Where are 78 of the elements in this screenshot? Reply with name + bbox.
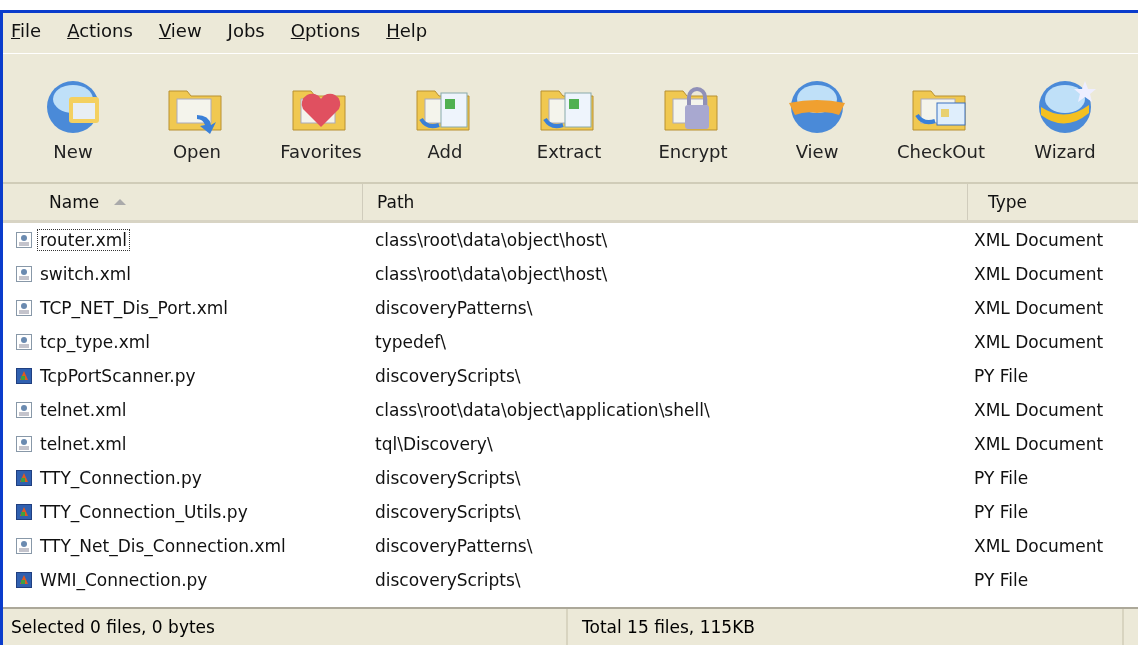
toolbar-button[interactable]: New: [13, 74, 133, 162]
file-path: discoveryScripts\: [374, 570, 522, 590]
xml-file-icon: [15, 265, 33, 283]
file-row[interactable]: WMI_Connection.py discoveryScripts\ PY File: [3, 563, 1138, 597]
file-path: class\root\data\object\application\shell\: [374, 400, 711, 420]
file-name: tcp_type.xml: [39, 331, 152, 353]
xml-file-icon: [15, 435, 33, 453]
file-path: discoveryScripts\: [374, 502, 522, 522]
menu-item[interactable]: Actions: [67, 20, 133, 46]
file-type: XML Document: [973, 400, 1105, 420]
file-row[interactable]: tcp_type.xml typedef\ XML Document: [3, 325, 1138, 359]
xml-file-icon: [15, 401, 33, 419]
xml-file-icon: [15, 231, 33, 249]
menu-item[interactable]: View: [158, 20, 202, 46]
script-file-icon: [15, 367, 33, 385]
column-title: Type: [988, 192, 1028, 212]
file-path: typedef\: [374, 332, 447, 352]
file-type: XML Document: [973, 434, 1105, 454]
column-title: Name: [49, 192, 100, 212]
toolbar-button[interactable]: Encrypt: [633, 74, 753, 162]
file-row[interactable]: TCP_NET_Dis_Port.xml discoveryPatterns\ XML Document: [3, 291, 1138, 325]
menu-item[interactable]: Jobs: [227, 20, 265, 46]
file-name: telnet.xml: [39, 433, 128, 455]
file-row[interactable]: TTY_Connection.py discoveryScripts\ PY File: [3, 461, 1138, 495]
file-type: PY File: [973, 468, 1030, 488]
file-type: XML Document: [973, 264, 1105, 284]
file-type: PY File: [973, 570, 1030, 590]
file-path: class\root\data\object\host\: [374, 230, 609, 250]
toolbar-button[interactable]: Add: [385, 74, 505, 162]
menu-item[interactable]: Options: [290, 20, 361, 46]
file-type: XML Document: [973, 230, 1105, 250]
file-name: TTY_Net_Dis_Connection.xml: [39, 535, 287, 557]
file-type: PY File: [973, 366, 1030, 386]
xml-file-icon: [15, 537, 33, 555]
xml-file-icon: [15, 299, 33, 317]
menu-item[interactable]: File: [11, 20, 42, 46]
file-name: TTY_Connection_Utils.py: [39, 501, 249, 523]
status-text: Selected 0 files, 0 bytes: [11, 609, 568, 645]
file-name: switch.xml: [39, 263, 133, 285]
file-name: WMI_Connection.py: [39, 569, 209, 591]
file-type: XML Document: [973, 332, 1105, 352]
file-type: XML Document: [973, 298, 1105, 318]
column-header[interactable]: Type: [968, 184, 1138, 220]
file-row[interactable]: TTY_Connection_Utils.py discoveryScripts\ PY File: [3, 495, 1138, 529]
xml-file-icon: [15, 333, 33, 351]
column-title: Path: [377, 192, 415, 212]
file-path: discoveryPatterns\: [374, 536, 534, 556]
toolbar-button[interactable]: Open: [137, 74, 257, 162]
file-name: router.xml: [37, 229, 131, 251]
toolbar-button[interactable]: CheckOut: [881, 74, 1001, 162]
toolbar-button[interactable]: Favorites: [261, 74, 381, 162]
file-type: XML Document: [973, 536, 1105, 556]
file-name: TcpPortScanner.py: [39, 365, 197, 387]
file-path: class\root\data\object\host\: [374, 264, 609, 284]
menu-item[interactable]: Help: [386, 20, 428, 46]
file-row[interactable]: TcpPortScanner.py discoveryScripts\ PY File: [3, 359, 1138, 393]
file-name: TTY_Connection.py: [39, 467, 203, 489]
file-path: discoveryScripts\: [374, 468, 522, 488]
file-path: tql\Discovery\: [374, 434, 494, 454]
script-file-icon: [15, 469, 33, 487]
column-header[interactable]: Name: [3, 184, 363, 220]
toolbar-button[interactable]: Extract: [509, 74, 629, 162]
file-row[interactable]: switch.xml class\root\data\object\host\ XML Document: [3, 257, 1138, 291]
file-row[interactable]: router.xml class\root\data\object\host\ XML Document: [3, 223, 1138, 257]
file-row[interactable]: telnet.xml tql\Discovery\ XML Document: [3, 427, 1138, 461]
file-path: discoveryPatterns\: [374, 298, 534, 318]
file-row[interactable]: telnet.xml class\root\data\object\application\shell\ XML Document: [3, 393, 1138, 427]
file-path: discoveryScripts\: [374, 366, 522, 386]
file-name: TCP_NET_Dis_Port.xml: [39, 297, 229, 319]
column-header[interactable]: Path: [363, 184, 968, 220]
file-row[interactable]: TTY_Net_Dis_Connection.xml discoveryPatterns\ XML Document: [3, 529, 1138, 563]
toolbar-button[interactable]: View: [757, 74, 877, 162]
script-file-icon: [15, 503, 33, 521]
file-type: PY File: [973, 502, 1030, 522]
script-file-icon: [15, 571, 33, 589]
status-text: Total 15 files, 115KB: [572, 609, 1125, 645]
toolbar-button[interactable]: Wizard: [1005, 74, 1125, 162]
file-name: telnet.xml: [39, 399, 128, 421]
